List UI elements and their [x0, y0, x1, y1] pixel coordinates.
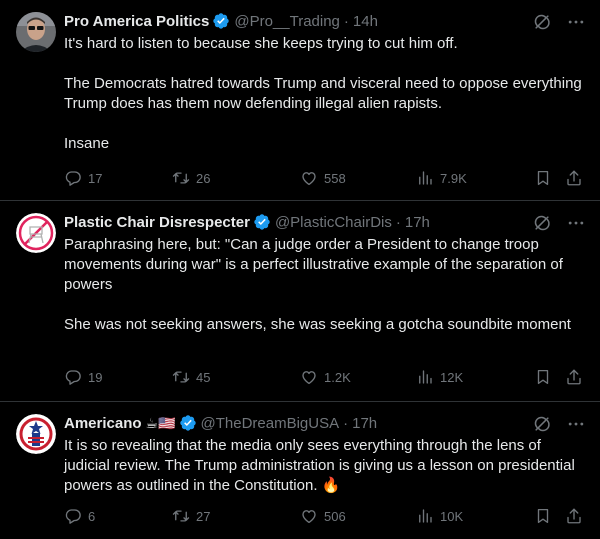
retweet-button[interactable]: 27 [172, 507, 210, 525]
tweet-text: It is so revealing that the media only s… [64, 437, 579, 494]
like-icon [300, 368, 318, 386]
display-name[interactable]: Americano [64, 415, 142, 432]
tweet[interactable]: Americano ☕🇺🇸 @TheDreamBigUSA · 17h It i… [0, 402, 600, 539]
name-emoji: ☕🇺🇸 [145, 414, 176, 431]
bookmark-button[interactable] [534, 507, 552, 525]
separator-dot: · [395, 213, 401, 231]
timestamp[interactable]: 14h [353, 13, 378, 30]
bookmark-icon [534, 169, 552, 187]
user-handle[interactable]: @Pro__Trading [234, 13, 340, 30]
tweet-text: It's hard to listen to because she keeps… [64, 35, 582, 152]
user-handle[interactable]: @PlasticChairDis [275, 214, 392, 231]
bookmark-button[interactable] [534, 368, 552, 386]
views-button[interactable]: 10K [416, 507, 463, 525]
view-count: 7.9K [440, 170, 467, 186]
avatar[interactable] [16, 213, 56, 253]
like-button[interactable]: 506 [300, 507, 346, 525]
retweet-icon [172, 507, 190, 525]
share-button[interactable] [565, 507, 583, 525]
share-icon [565, 507, 583, 525]
reply-count: 6 [88, 508, 96, 524]
reply-icon [64, 169, 82, 187]
reply-icon [64, 507, 82, 525]
reply-button[interactable]: 19 [64, 368, 102, 386]
separator-dot: · [343, 414, 349, 432]
bookmark-icon [534, 507, 552, 525]
avatar[interactable] [16, 414, 56, 454]
share-button[interactable] [565, 368, 583, 386]
retweet-button[interactable]: 45 [172, 368, 210, 386]
share-icon [565, 169, 583, 187]
view-count: 10K [440, 508, 464, 524]
views-button[interactable]: 12K [416, 368, 463, 386]
reply-button[interactable]: 6 [64, 507, 95, 525]
verified-badge-icon [253, 213, 271, 231]
retweet-count: 27 [196, 508, 211, 524]
retweet-icon [172, 368, 190, 386]
reply-count: 19 [88, 369, 103, 385]
tweet-text: Paraphrasing here, but: "Can a judge ord… [64, 236, 571, 333]
bookmark-icon [534, 368, 552, 386]
grok-icon[interactable] [532, 12, 552, 32]
reply-icon [64, 368, 82, 386]
reply-count: 17 [88, 170, 103, 186]
more-icon[interactable] [566, 12, 586, 32]
share-icon [565, 368, 583, 386]
reply-button[interactable]: 17 [64, 169, 102, 187]
display-name[interactable]: Pro America Politics [64, 13, 209, 30]
views-button[interactable]: 7.9K [416, 169, 467, 187]
views-icon [416, 169, 434, 187]
tweet[interactable]: Pro America Politics @Pro__Trading · 14h… [0, 0, 600, 201]
tweet[interactable]: Plastic Chair Disrespecter @PlasticChair… [0, 201, 600, 402]
grok-icon[interactable] [532, 414, 552, 434]
verified-badge-icon [179, 414, 197, 432]
like-button[interactable]: 1.2K [300, 368, 351, 386]
avatar[interactable] [16, 12, 56, 52]
views-icon [416, 368, 434, 386]
like-icon [300, 507, 318, 525]
display-name[interactable]: Plastic Chair Disrespecter [64, 214, 250, 231]
more-icon[interactable] [566, 414, 586, 434]
bookmark-button[interactable] [534, 169, 552, 187]
verified-badge-icon [212, 12, 230, 30]
views-icon [416, 507, 434, 525]
retweet-icon [172, 169, 190, 187]
user-handle[interactable]: @TheDreamBigUSA [201, 415, 340, 432]
view-count: 12K [440, 369, 464, 385]
share-button[interactable] [565, 169, 583, 187]
timestamp[interactable]: 17h [405, 214, 430, 231]
like-count: 1.2K [324, 369, 351, 385]
grok-icon[interactable] [532, 213, 552, 233]
like-count: 506 [324, 508, 346, 524]
like-icon [300, 169, 318, 187]
retweet-count: 45 [196, 369, 211, 385]
separator-dot: · [343, 12, 349, 30]
timestamp[interactable]: 17h [352, 415, 377, 432]
like-count: 558 [324, 170, 346, 186]
more-icon[interactable] [566, 213, 586, 233]
retweet-count: 26 [196, 170, 211, 186]
retweet-button[interactable]: 26 [172, 169, 210, 187]
like-button[interactable]: 558 [300, 169, 346, 187]
